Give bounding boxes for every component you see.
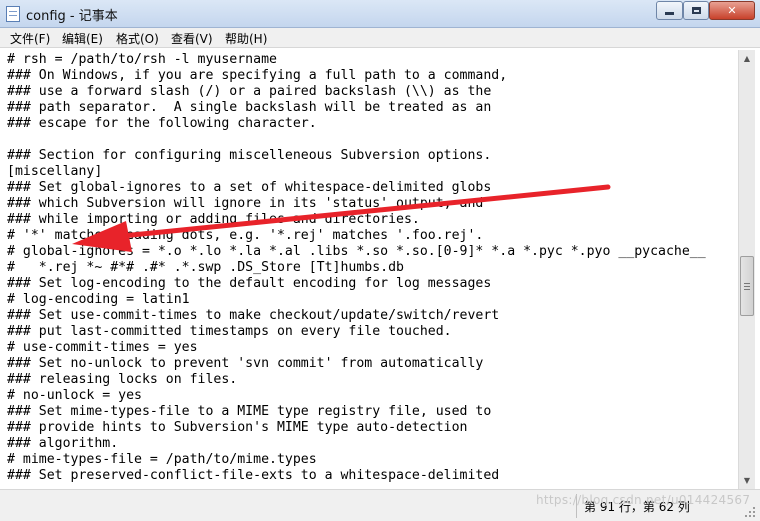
text-line-global-ignores: # global-ignores = *.o *.lo *.la *.al .l…: [7, 244, 706, 259]
text-line: # log-encoding = latin1: [7, 292, 190, 307]
grip-line: [744, 289, 750, 290]
text-line: ### Set global-ignores to a set of white…: [7, 180, 492, 195]
text-line: ### Set no-unlock to prevent 'svn commit…: [7, 356, 484, 371]
text-line: ### Section for configuring miscelleneou…: [7, 148, 492, 163]
close-icon: ✕: [727, 4, 737, 17]
text-line: ### On Windows, if you are specifying a …: [7, 68, 508, 83]
menu-help[interactable]: 帮助(H): [225, 30, 267, 47]
text-line: ### Set use-commit-times to make checkou…: [7, 308, 500, 323]
text-line: # rsh = /path/to/rsh -l myusername: [7, 52, 277, 67]
text-line: # '*' matches leading dots, e.g. '*.rej'…: [7, 228, 484, 243]
text-line: ### put last-committed timestamps on eve…: [7, 324, 452, 339]
menu-format[interactable]: 格式(O): [116, 30, 159, 47]
text-line: ### releasing locks on files.: [7, 372, 238, 387]
title-bar[interactable]: config - 记事本 ✕: [0, 0, 760, 28]
scroll-up-arrow-icon: ▲: [743, 54, 751, 63]
resize-grip-icon[interactable]: [744, 506, 756, 518]
menu-view[interactable]: 查看(V): [171, 30, 213, 47]
grip-line: [744, 286, 750, 287]
scroll-down-button[interactable]: ▼: [739, 472, 755, 489]
text-line: ### use a forward slash (/) or a paired …: [7, 84, 492, 99]
menu-bar: 文件(F) 编辑(E) 格式(O) 查看(V) 帮助(H): [0, 28, 760, 48]
text-line: [miscellany]: [7, 164, 103, 179]
scrollbar-thumb[interactable]: [740, 256, 754, 316]
text-line: # mime-types-file = /path/to/mime.types: [7, 452, 317, 467]
text-editor[interactable]: # rsh = /path/to/rsh -l myusername ### O…: [2, 50, 736, 488]
minimize-icon: [665, 12, 674, 15]
close-button[interactable]: ✕: [709, 1, 755, 20]
text-line: ### while importing or adding files and …: [7, 212, 420, 227]
text-line: ### path separator. A single backslash w…: [7, 100, 492, 115]
text-line: ### Set preserved-conflict-file-exts to …: [7, 468, 500, 483]
text-line: ### which Subversion will ignore in its …: [7, 196, 484, 211]
maximize-button[interactable]: [683, 1, 709, 20]
text-line: ### Set mime-types-file to a MIME type r…: [7, 404, 492, 419]
maximize-icon: [691, 7, 701, 14]
text-line: ### escape for the following character.: [7, 116, 317, 131]
scroll-down-arrow-icon: ▼: [743, 476, 751, 485]
text-line: ### provide hints to Subversion's MIME t…: [7, 420, 468, 435]
window-title: config - 记事本: [26, 9, 118, 24]
scroll-up-button[interactable]: ▲: [739, 50, 755, 67]
text-line: # use-commit-times = yes: [7, 340, 198, 355]
vertical-scrollbar[interactable]: ▲ ▼: [738, 50, 755, 489]
grip-line: [744, 283, 750, 284]
notepad-icon: [6, 6, 20, 22]
text-line: ### algorithm.: [7, 436, 119, 451]
minimize-button[interactable]: [656, 1, 683, 20]
text-line: # no-unlock = yes: [7, 388, 142, 403]
menu-edit[interactable]: 编辑(E): [62, 30, 103, 47]
text-line: ### Set log-encoding to the default enco…: [7, 276, 492, 291]
text-line: # *.rej *~ #*# .#* .*.swp .DS_Store [Tt]…: [7, 260, 404, 275]
menu-file[interactable]: 文件(F): [10, 30, 50, 47]
watermark-text: https://blog.csdn.net/u014424567: [536, 493, 751, 507]
